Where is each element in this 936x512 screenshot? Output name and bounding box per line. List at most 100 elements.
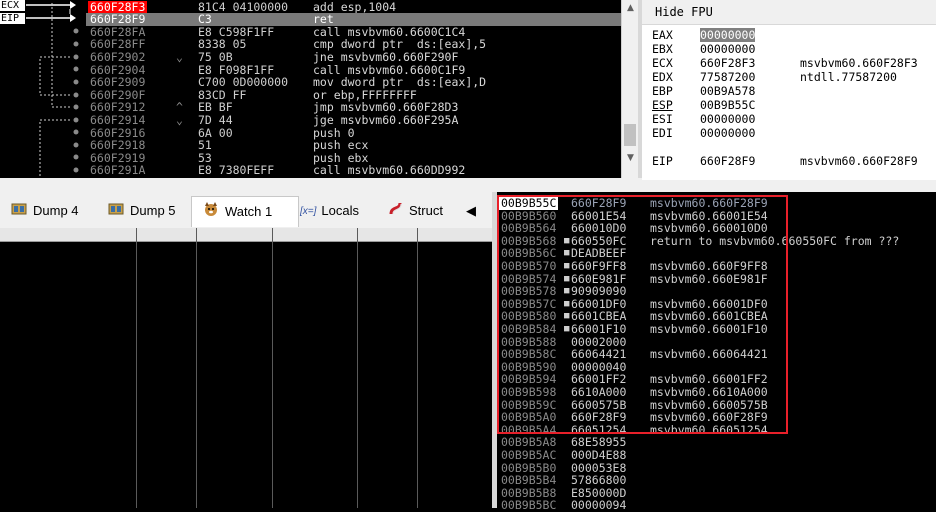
register-row-esi[interactable]: ESI 00000000 <box>642 112 936 126</box>
register-name: ESI <box>652 112 673 126</box>
register-value[interactable]: 00000000 <box>700 126 755 140</box>
tab-watch-1-label: Watch 1 <box>225 204 273 219</box>
stack-row[interactable]: 00B9B5A8 68E58955 <box>497 436 936 449</box>
tab-locals[interactable]: [x=] Locals <box>300 198 359 224</box>
disassembly-row[interactable]: 660F2914 ⌄ 7D 44 jge msvbvm60.660F295A <box>0 114 622 127</box>
tab-dump-5[interactable]: Dump 5 <box>107 198 176 224</box>
instruction-text: push ecx <box>313 138 369 153</box>
instruction-address: 660F2918 <box>90 138 146 153</box>
register-value[interactable]: 00000000 <box>700 112 755 126</box>
register-name: EBX <box>652 42 673 56</box>
scroll-up-arrow-icon[interactable]: ▲ <box>622 0 639 16</box>
register-name: EDX <box>652 70 673 84</box>
column-divider <box>417 228 418 508</box>
bottom-tab-bar: Dump 4 Dump 5 Watch 1 [x=] Locals Struct … <box>0 192 492 229</box>
variable-icon: [x=] <box>300 205 317 217</box>
stack-row[interactable]: 00B9B5B4 57866800 <box>497 474 936 487</box>
disassembly-scroll-thumb[interactable] <box>624 124 636 146</box>
tab-scroll-left-button[interactable]: ◀ <box>460 198 482 224</box>
stack-row[interactable]: 00B9B5BC 00000094 <box>497 499 936 512</box>
instruction-address: 660F28FF <box>90 37 146 52</box>
stack-value: 000D4E88 <box>571 448 627 462</box>
instruction-text: mov dword ptr ds:[eax],D <box>313 75 487 90</box>
register-name: EAX <box>652 28 673 42</box>
instruction-bytes: 7D 44 <box>198 112 233 127</box>
memory-chip-icon <box>10 199 28 225</box>
register-value[interactable]: 660F28F9 <box>700 154 755 168</box>
chevron-left-icon: ◀ <box>466 203 476 218</box>
stack-value: 00000094 <box>571 498 627 512</box>
register-name: EBP <box>652 84 673 98</box>
stack-address: 00B9B5B4 <box>501 473 557 488</box>
stack-row[interactable]: 00B9B5B0 000053E8 <box>497 461 936 475</box>
register-row-ebx[interactable]: EBX 00000000 <box>642 42 936 56</box>
registers-scrollbar[interactable] <box>642 180 936 192</box>
instruction-bytes: E8 7380FEFF <box>198 163 275 178</box>
register-row-eax[interactable]: EAX 00000000 <box>642 28 936 42</box>
branch-direction-marker: ⌄ <box>176 49 183 64</box>
instruction-text: call msvbvm60.660DD992 <box>313 163 466 178</box>
register-symbol: msvbvm60.660F28F3 <box>800 56 918 70</box>
stack-row[interactable]: 00B9B5B8 E850000D <box>497 487 936 500</box>
registers-header[interactable]: Hide FPU <box>642 0 936 25</box>
tab-struct[interactable]: Struct <box>388 198 443 224</box>
instruction-bytes: 51 <box>198 138 212 153</box>
instruction-text: cmp dword ptr ds:[eax],5 <box>313 37 487 52</box>
register-symbol: msvbvm60.660F28F9 <box>800 154 918 168</box>
instruction-address: 660F2912 <box>90 100 146 115</box>
tab-dump-4-label: Dump 4 <box>33 203 79 218</box>
branch-direction-marker: ^ <box>176 100 183 115</box>
disassembly-view[interactable]: ECX EIP 660F28F3 81C4 04100000 add esp,100… <box>0 0 622 178</box>
column-divider <box>136 228 137 508</box>
register-row-ecx[interactable]: ECX 660F28F3 msvbvm60.660F28F3 <box>642 56 936 70</box>
tab-watch-1[interactable]: Watch 1 <box>191 196 299 227</box>
disassembly-row[interactable]: 660F2912 ^ EB BF jmp msvbvm60.660F28D3 <box>0 101 622 114</box>
column-divider <box>272 228 273 508</box>
tab-dump-5-label: Dump 5 <box>130 203 176 218</box>
instruction-address: 660F2902 <box>90 49 146 64</box>
watch-table[interactable] <box>0 228 492 508</box>
register-name: ECX <box>652 56 673 70</box>
stack-address: 00B9B5BC <box>501 498 557 512</box>
instruction-bytes: C700 0D000000 <box>198 75 289 90</box>
register-row-eip[interactable]: EIP 660F28F9 msvbvm60.660F28F9 <box>642 154 936 168</box>
register-value[interactable]: 00000000 <box>700 42 755 56</box>
tab-locals-label: Locals <box>321 203 359 218</box>
disassembly-row[interactable]: 660F291A E8 7380FEFF call msvbvm60.660DD99… <box>0 164 622 177</box>
register-value[interactable]: 660F28F3 <box>700 56 755 70</box>
disassembly-row[interactable]: 660F28FF 8338 05 cmp dword ptr ds:[eax],5 <box>0 38 622 51</box>
disassembly-row[interactable]: 660F2909 C700 0D000000 mov dword ptr ds:[e… <box>0 76 622 89</box>
disassembly-row[interactable]: 660F2918 51 push ecx <box>0 139 622 152</box>
disassembly-scrollbar[interactable]: ▲ ▼ <box>621 0 639 178</box>
disassembly-row[interactable]: 660F2902 ⌄ 75 0B jne msvbvm60.660F290F <box>0 51 622 64</box>
watch-dog-icon <box>202 198 220 228</box>
hide-fpu-button[interactable]: Hide FPU <box>655 5 713 19</box>
register-row-edi[interactable]: EDI 00000000 <box>642 126 936 140</box>
register-value[interactable]: 00B9A578 <box>700 84 755 98</box>
register-value[interactable]: 00000000 <box>700 28 756 42</box>
horizontal-splitter[interactable] <box>0 178 642 192</box>
register-row-esp[interactable]: ESP 00B9B55C <box>642 98 936 112</box>
highlight-box <box>497 195 788 434</box>
register-value[interactable]: 00B9B55C <box>700 98 755 112</box>
instruction-address: 660F28F9 <box>90 12 146 27</box>
register-row-ebp[interactable]: EBP 00B9A578 <box>642 84 936 98</box>
instruction-text: jmp msvbvm60.660F28D3 <box>313 100 459 115</box>
instruction-address: 660F291A <box>90 163 146 178</box>
stack-row[interactable]: 00B9B5AC 000D4E88 <box>497 449 936 462</box>
struct-icon <box>388 199 404 225</box>
disassembly-row[interactable]: 660F28F9 C3 ret <box>86 13 622 26</box>
register-value[interactable]: 77587200 <box>700 70 755 84</box>
tab-dump-4[interactable]: Dump 4 <box>10 198 79 224</box>
stack-value: 57866800 <box>571 473 627 488</box>
register-row-edx[interactable]: EDX 77587200 ntdll.77587200 <box>642 70 936 84</box>
register-name: EIP <box>652 154 673 168</box>
instruction-bytes: 75 0B <box>198 49 233 64</box>
stack-address: 00B9B5AC <box>501 448 557 462</box>
tab-struct-label: Struct <box>409 203 443 218</box>
instruction-text: jne msvbvm60.660F290F <box>313 49 459 64</box>
column-divider <box>196 228 197 508</box>
watch-table-header[interactable] <box>0 228 492 242</box>
instruction-text: ret <box>313 12 334 27</box>
scroll-down-arrow-icon[interactable]: ▼ <box>622 150 639 166</box>
